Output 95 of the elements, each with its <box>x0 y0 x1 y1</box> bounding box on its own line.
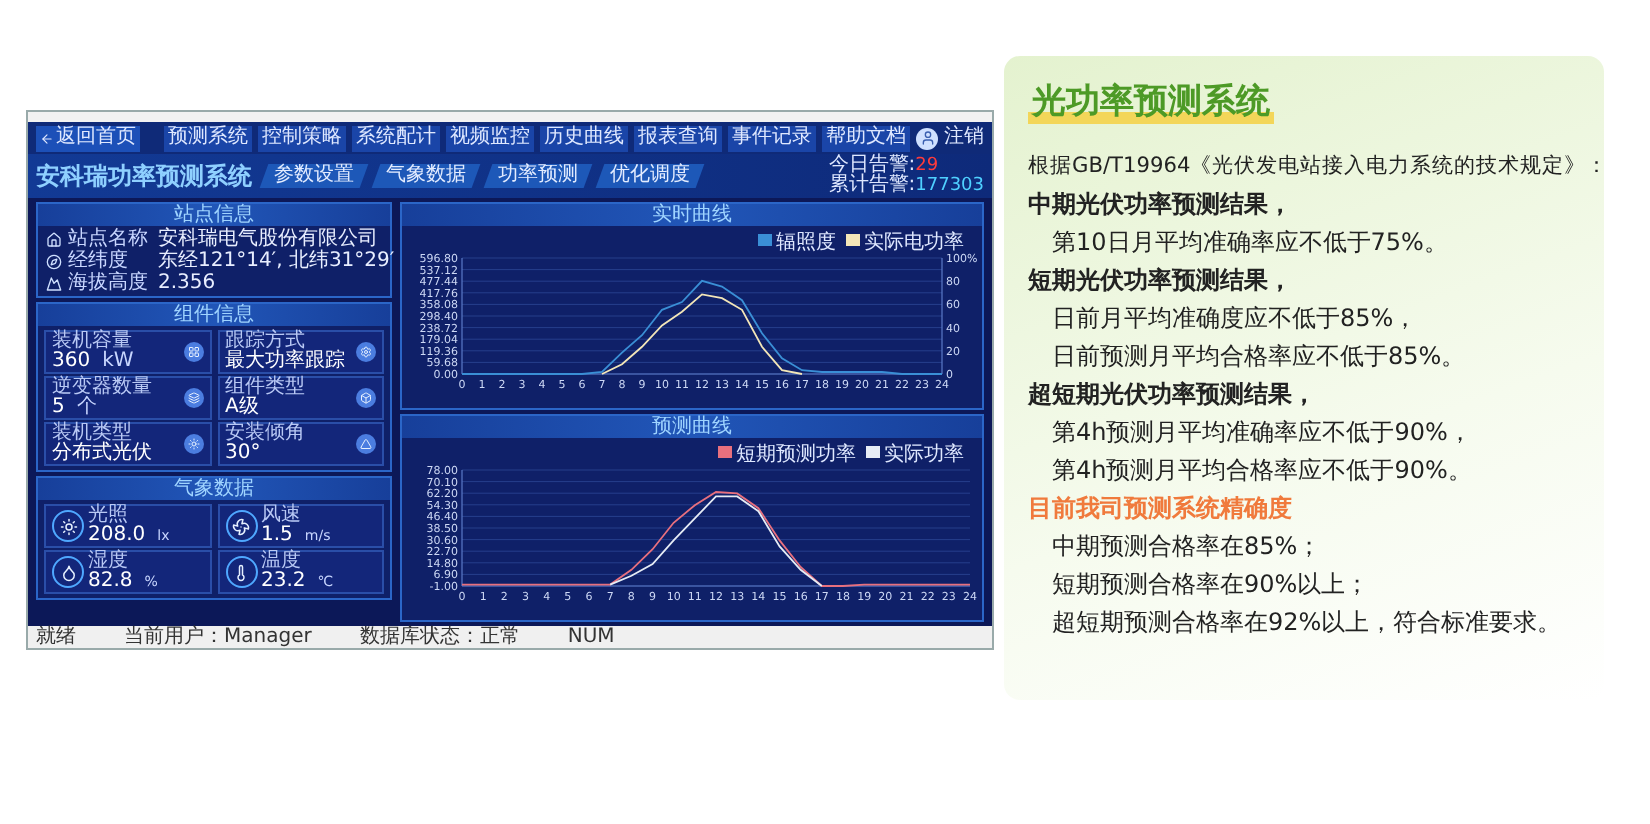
triangle-icon <box>360 438 372 450</box>
alarm-count: 29 <box>915 157 939 175</box>
status-text: 就绪 <box>36 627 76 647</box>
nav-button[interactable]: 帮助文档 <box>822 125 910 151</box>
nav-button[interactable]: 预测系统 <box>164 125 252 151</box>
field-value: 分布式光伏 <box>52 444 152 464</box>
nav-button[interactable]: 视频监控 <box>446 125 534 151</box>
grid-icon <box>187 346 199 358</box>
tab[interactable]: 气象数据 <box>371 164 481 188</box>
text-line: 中期预测合格率在85%； <box>1050 530 1322 564</box>
field-label: 装机类型 <box>52 424 132 444</box>
legend-item: 短期预测功率 <box>718 444 856 466</box>
card-title: 光功率预测系统 <box>1028 80 1274 124</box>
nav-button[interactable]: 控制策略 <box>258 125 346 151</box>
y-axis <box>426 466 463 594</box>
field-label: 光照 <box>88 506 128 526</box>
field-value: 23.2 <box>261 572 306 592</box>
field-value: 30° <box>225 444 261 464</box>
cube-icon <box>360 392 372 404</box>
field-value: 东经121°14′, 北纬31°29′ <box>158 251 395 271</box>
alarm-count: 177303 <box>915 177 984 195</box>
panel-title: 气象数据 <box>38 478 390 500</box>
field-value: 安科瑞电气股份有限公司 <box>158 229 378 249</box>
fan-icon <box>232 517 250 535</box>
field-label: 温度 <box>261 552 301 572</box>
text-line: 短期预测合格率在90%以上； <box>1050 568 1370 602</box>
nav-button[interactable]: 系统配计 <box>352 125 440 151</box>
nav-button[interactable]: 事件记录 <box>728 125 816 151</box>
thermometer-icon <box>232 563 250 581</box>
text-line: 日前预测月平均合格率应不低于85%。 <box>1050 340 1466 374</box>
text-line: 日前月平均准确度应不低于85%， <box>1050 302 1418 336</box>
mountain-icon <box>46 275 62 291</box>
field-label: 装机容量 <box>52 332 132 352</box>
legend-item: 实际电功率 <box>846 232 964 254</box>
section-heading: 短期光伏功率预测结果， <box>1028 264 1292 298</box>
field-label: 安装倾角 <box>225 424 307 444</box>
text-line: 根据GB/T19964《光伏发电站接入电力系统的技术规定》： <box>1028 152 1609 182</box>
field-value: 208.0 <box>88 526 146 546</box>
section-heading: 中期光伏功率预测结果， <box>1028 188 1292 222</box>
field-label: 组件类型 <box>225 378 307 398</box>
tab[interactable]: 功率预测 <box>483 164 593 188</box>
nav-button[interactable]: 报表查询 <box>634 125 722 151</box>
user-avatar-icon[interactable] <box>916 127 938 149</box>
legend-item: 实际功率 <box>866 444 964 466</box>
field-label: 风速 <box>261 506 303 526</box>
back-arrow-icon <box>40 131 54 145</box>
field-value: 2.356 <box>158 273 216 293</box>
text-line: 第4h预测月平均准确率应不低于90%， <box>1050 416 1472 450</box>
legend-label: 短期预测功率 <box>736 442 856 466</box>
panel-title: 组件信息 <box>38 304 390 326</box>
legend-item: 辐照度 <box>758 232 836 254</box>
logout-link[interactable]: 注销 <box>944 128 984 148</box>
house-icon <box>46 231 62 247</box>
sun-icon <box>59 517 77 535</box>
section-heading: 超短期光伏功率预测结果， <box>1028 378 1316 412</box>
field-value: A级 <box>225 398 259 418</box>
field-label: 逆变器数量 <box>52 378 154 398</box>
field-label: 经纬度 <box>68 251 130 271</box>
field-label: 海拔高度 <box>68 273 150 293</box>
highlight-heading: 目前我司预测系统精确度 <box>1028 492 1292 526</box>
legend-label: 实际功率 <box>884 442 964 466</box>
unit-label: 个 <box>76 398 97 418</box>
y-axis <box>419 254 463 382</box>
tab[interactable]: 优化调度 <box>595 164 705 188</box>
unit-label: kW <box>102 352 134 372</box>
status-text: 当前用户：Manager <box>124 627 312 647</box>
nav-button[interactable]: 历史曲线 <box>540 125 628 151</box>
panel-title: 站点信息 <box>38 204 390 226</box>
field-value: 最大功率跟踪 <box>225 352 345 372</box>
field-value: 5 <box>52 398 65 418</box>
field-label: 湿度 <box>88 552 128 572</box>
legend-label: 实际电功率 <box>864 230 964 254</box>
field-label: 站点名称 <box>68 229 150 249</box>
alarm-label: 今日告警: <box>828 156 916 176</box>
panel-title: 预测曲线 <box>402 416 982 438</box>
legend-label: 辐照度 <box>776 230 836 254</box>
tab[interactable]: 参数设置 <box>259 164 369 188</box>
text-line: 第4h预测月平均合格率应不低于90%。 <box>1050 454 1472 488</box>
status-text: 数据库状态：正常 <box>359 627 520 647</box>
text-line: 第10日月平均准确率应不低于75%。 <box>1050 226 1448 260</box>
field-value: 1.5 <box>261 526 293 546</box>
field-label: 跟踪方式 <box>225 332 305 352</box>
gear-icon <box>360 346 372 358</box>
back-button[interactable]: 返回首页 <box>36 125 140 151</box>
system-title: 安科瑞功率预测系统 <box>36 159 252 193</box>
field-value: 360 <box>52 352 91 372</box>
compass-icon <box>46 253 62 269</box>
text-line: 超短期预测合格率在92%以上，符合标准要求。 <box>1050 606 1562 640</box>
layers-icon <box>187 392 199 404</box>
status-text: NUM <box>567 627 615 647</box>
field-value: 82.8 <box>88 572 133 592</box>
alarm-label: 累计告警: <box>828 176 916 196</box>
panel-title: 实时曲线 <box>402 204 982 226</box>
droplet-icon <box>59 563 77 581</box>
sun-icon <box>187 438 199 450</box>
